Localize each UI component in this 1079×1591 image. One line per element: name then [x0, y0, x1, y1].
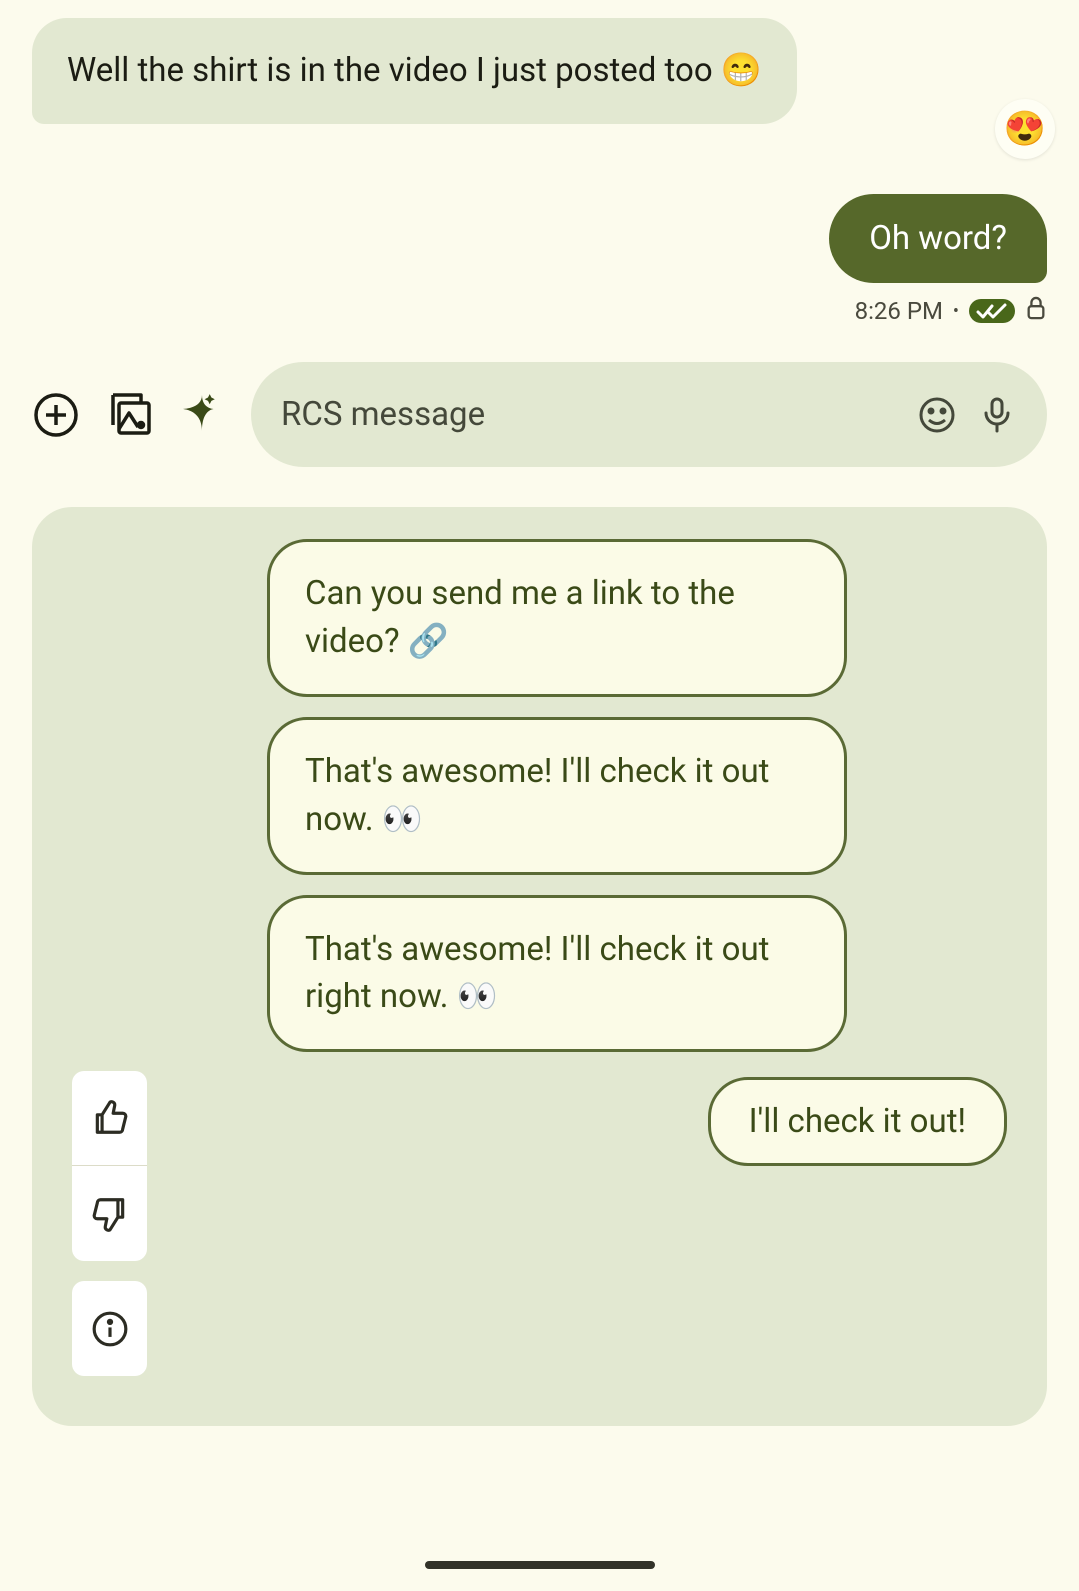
lock-icon	[1025, 295, 1047, 327]
smart-reply-panel: Can you send me a link to the video? 🔗 T…	[32, 507, 1047, 1426]
input-placeholder: RCS message	[281, 395, 897, 434]
incoming-message[interactable]: Well the shirt is in the video I just po…	[32, 18, 1047, 124]
incoming-bubble: Well the shirt is in the video I just po…	[32, 18, 797, 124]
thumbs-down-button[interactable]	[72, 1166, 147, 1261]
message-status: 8:26 PM •	[32, 295, 1047, 327]
reaction-badge[interactable]: 😍	[995, 99, 1055, 159]
read-receipt-icon	[969, 299, 1015, 323]
suggestion-item[interactable]: That's awesome! I'll check it out right …	[267, 895, 847, 1053]
magic-compose-button[interactable]	[178, 391, 226, 439]
mic-icon[interactable]	[977, 395, 1017, 435]
message-input[interactable]: RCS message	[251, 362, 1047, 467]
separator-dot: •	[953, 301, 959, 322]
suggestion-short[interactable]: I'll check it out!	[708, 1077, 1007, 1166]
outgoing-text: Oh word?	[869, 219, 1007, 258]
timestamp: 8:26 PM	[855, 297, 943, 325]
suggestion-item[interactable]: That's awesome! I'll check it out now. 👀	[267, 717, 847, 875]
incoming-text: Well the shirt is in the video I just po…	[67, 51, 762, 90]
gallery-button[interactable]	[105, 391, 153, 439]
suggestion-list: Can you send me a link to the video? 🔗 T…	[267, 539, 1007, 1052]
emoji-picker-icon[interactable]	[917, 395, 957, 435]
thumbs-up-button[interactable]	[72, 1071, 147, 1166]
add-button[interactable]	[32, 391, 80, 439]
outgoing-message[interactable]: Oh word?	[32, 194, 1047, 283]
outgoing-bubble: Oh word?	[829, 194, 1047, 283]
info-button[interactable]	[72, 1281, 147, 1376]
suggestion-item[interactable]: Can you send me a link to the video? 🔗	[267, 539, 847, 697]
compose-bar: RCS message	[32, 362, 1047, 467]
nav-bar-indicator[interactable]	[425, 1561, 655, 1569]
feedback-controls	[72, 1071, 147, 1376]
reaction-emoji: 😍	[1004, 109, 1046, 149]
